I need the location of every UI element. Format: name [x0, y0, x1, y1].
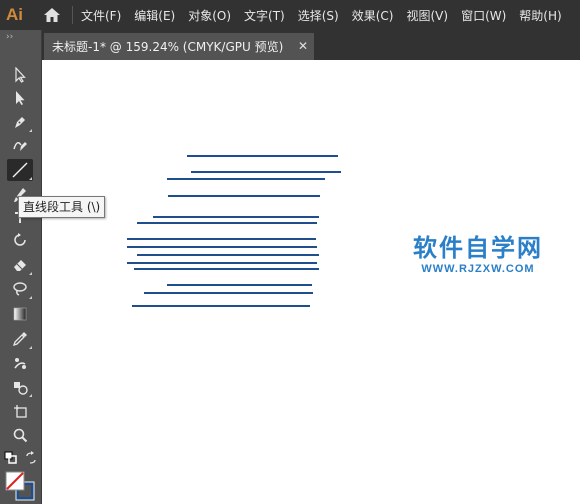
illustrator-window: Ai 文件(F) 编辑(E) 对象(O) 文字(T) 选择(S) 效果(C) 视…	[0, 0, 580, 504]
line-segment-tool-icon[interactable]	[7, 159, 33, 181]
watermark-cn-text: 软件自学网	[413, 234, 543, 262]
curvature-tool-icon[interactable]	[7, 134, 33, 156]
menu-bar: Ai 文件(F) 编辑(E) 对象(O) 文字(T) 选择(S) 效果(C) 视…	[0, 0, 580, 30]
close-icon[interactable]: ✕	[298, 39, 308, 53]
menu-edit[interactable]: 编辑(E)	[134, 7, 175, 24]
rotate-tool-icon[interactable]	[7, 229, 33, 251]
watermark-logo: 软件自学网 WWW.RJZXW.COM	[398, 234, 558, 276]
tool-group-indicator	[29, 129, 32, 132]
default-colors-icon[interactable]	[4, 450, 18, 464]
tool-group-indicator	[29, 394, 32, 397]
menu-divider	[72, 6, 73, 24]
document-tab-strip: 未标题-1* @ 159.24% (CMYK/GPU 预览) ✕	[42, 30, 580, 60]
lasso-tool-icon[interactable]	[7, 278, 33, 300]
menu-file[interactable]: 文件(F)	[81, 7, 121, 24]
direct-selection-tool-icon[interactable]	[7, 87, 33, 109]
tool-tooltip: 直线段工具 (\)	[18, 196, 106, 218]
drawn-lines-layer	[127, 155, 341, 307]
zoom-tool-icon[interactable]	[7, 424, 33, 446]
swap-colors-icon[interactable]	[24, 450, 38, 464]
tool-group-indicator	[29, 177, 32, 180]
gradient-tool-icon[interactable]	[7, 303, 33, 325]
menu-help[interactable]: 帮助(H)	[519, 7, 561, 24]
fill-stroke-swatches[interactable]	[4, 470, 38, 504]
menu-type[interactable]: 文字(T)	[244, 7, 285, 24]
artboard-tool-icon[interactable]	[7, 400, 33, 422]
tool-group-indicator	[29, 346, 32, 349]
artboard-canvas[interactable]: 软件自学网 WWW.RJZXW.COM	[42, 60, 580, 504]
selection-tool-icon[interactable]	[7, 64, 33, 86]
panel-collapse-icon[interactable]: ››	[6, 32, 13, 42]
document-tab-title: 未标题-1* @ 159.24% (CMYK/GPU 预览)	[52, 40, 284, 54]
app-logo: Ai	[6, 5, 23, 24]
puppet-warp-tool-icon[interactable]	[7, 352, 33, 374]
tools-panel: ››	[0, 30, 42, 504]
menu-effect[interactable]: 效果(C)	[352, 7, 394, 24]
shape-builder-tool-icon[interactable]	[7, 376, 33, 398]
eraser-tool-icon[interactable]	[7, 254, 33, 276]
tool-group-indicator	[29, 272, 32, 275]
menu-window[interactable]: 窗口(W)	[461, 7, 506, 24]
document-tab[interactable]: 未标题-1* @ 159.24% (CMYK/GPU 预览) ✕	[44, 33, 314, 60]
watermark-url-text: WWW.RJZXW.COM	[421, 263, 535, 275]
menu-view[interactable]: 视图(V)	[406, 7, 448, 24]
eyedropper-tool-icon[interactable]	[7, 328, 33, 350]
menu-object[interactable]: 对象(O)	[188, 7, 231, 24]
home-icon[interactable]	[40, 3, 64, 27]
tool-group-indicator	[29, 296, 32, 299]
menu-select[interactable]: 选择(S)	[298, 7, 339, 24]
pen-tool-icon[interactable]	[7, 111, 33, 133]
